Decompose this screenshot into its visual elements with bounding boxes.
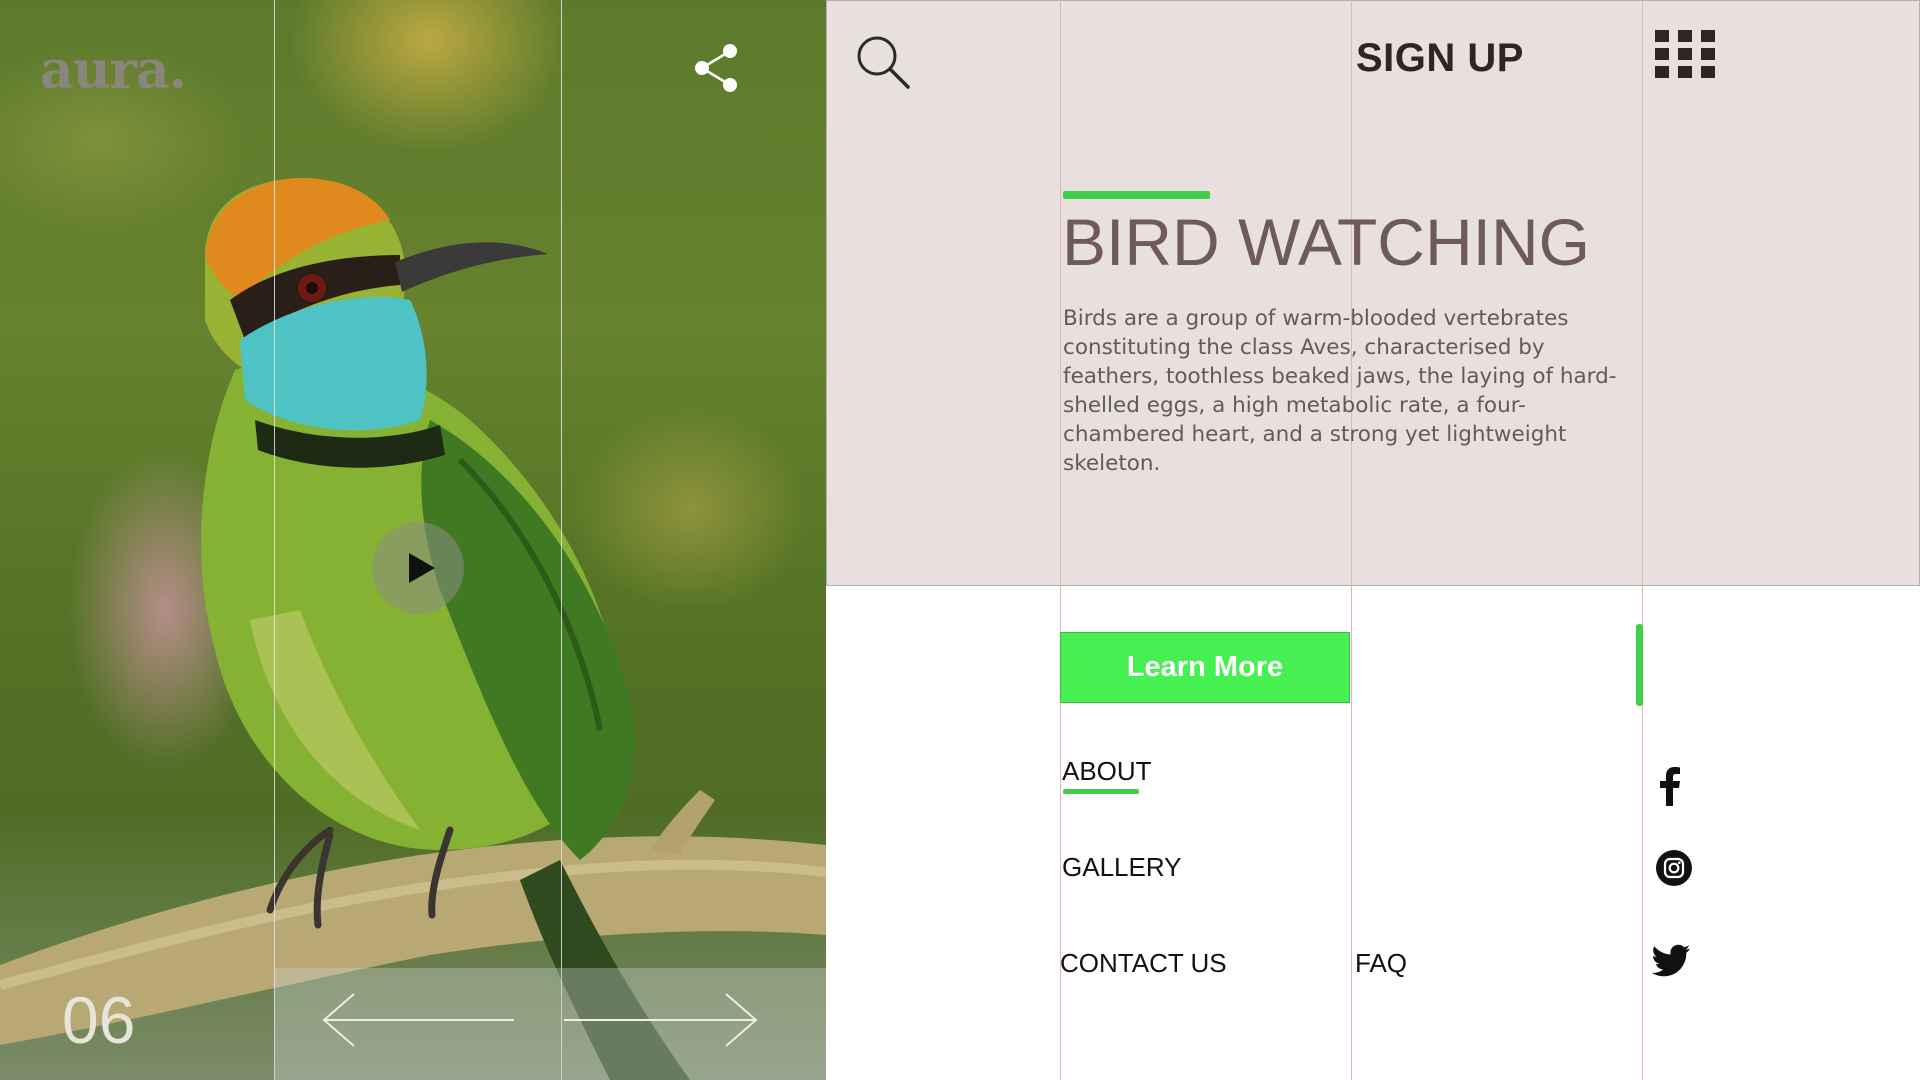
share-icon[interactable] (692, 42, 742, 94)
facebook-icon[interactable] (1650, 766, 1690, 806)
hero-photo: aura. 06 (0, 0, 826, 1080)
hero-description: Birds are a group of warm-blooded verteb… (1063, 306, 1617, 476)
grid-guide (1351, 0, 1352, 1080)
nav-link-contact[interactable]: CONTACT US (1060, 948, 1227, 979)
hero-section (826, 0, 1920, 586)
twitter-icon[interactable] (1652, 940, 1692, 980)
arrow-right-icon[interactable] (562, 992, 758, 1048)
grid-guide (1060, 0, 1061, 1080)
brand-logo[interactable]: aura. (40, 40, 187, 101)
panel-divider (561, 0, 562, 1080)
page-title: BIRD WATCHING (1062, 205, 1590, 279)
nav-link-faq[interactable]: FAQ (1355, 948, 1407, 979)
play-button[interactable] (372, 522, 464, 614)
search-icon[interactable] (855, 34, 911, 90)
title-accent-bar (1063, 191, 1210, 199)
arrow-left-icon[interactable] (322, 992, 516, 1048)
nav-link-gallery[interactable]: GALLERY (1062, 852, 1181, 883)
active-nav-underline (1063, 789, 1139, 794)
play-icon (409, 553, 435, 583)
learn-more-button[interactable]: Learn More (1060, 632, 1350, 703)
panel-divider (274, 0, 275, 1080)
slide-number: 06 (62, 983, 136, 1057)
accent-bar (1636, 624, 1643, 706)
grid-guide (1642, 0, 1643, 1080)
nav-link-about[interactable]: ABOUT (1062, 756, 1152, 787)
grid-menu-icon[interactable] (1655, 30, 1715, 78)
instagram-icon[interactable] (1654, 848, 1694, 888)
signup-button[interactable]: SIGN UP (1356, 36, 1524, 81)
